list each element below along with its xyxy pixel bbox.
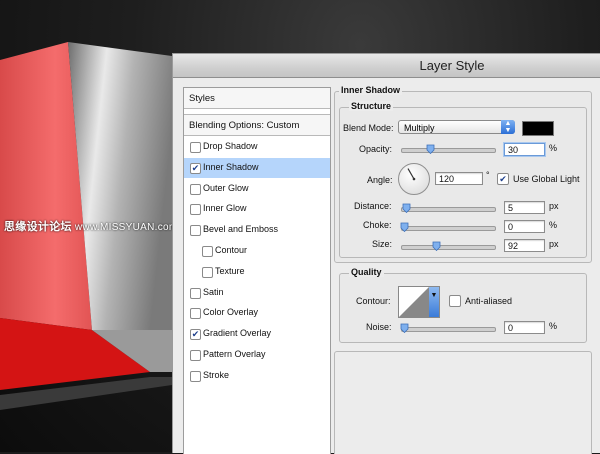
checkbox-checked-icon[interactable]: ✔	[190, 329, 201, 341]
checkbox-icon[interactable]	[202, 266, 213, 278]
checkbox-icon[interactable]	[190, 142, 201, 153]
use-global-light-checkbox[interactable]: ✔	[497, 173, 509, 185]
sidebar-item-label: Inner Shadow	[203, 161, 259, 172]
sidebar-styles-header[interactable]: Styles	[184, 88, 330, 109]
blend-mode-select[interactable]: Multiply ▲ ▼	[398, 120, 515, 134]
contour-curve-icon	[399, 287, 429, 317]
sidebar-blending-options[interactable]: Blending Options: Custom	[184, 114, 330, 136]
sidebar-item-label: Outer Glow	[203, 182, 249, 193]
sidebar-item-inner-glow[interactable]: Inner Glow	[184, 199, 330, 219]
size-slider[interactable]	[401, 240, 496, 252]
shadow-color-swatch[interactable]	[522, 121, 554, 136]
sidebar-item-label: Gradient Overlay	[203, 328, 272, 339]
title-bar[interactable]: Layer Style	[173, 54, 600, 78]
checkbox-icon[interactable]	[190, 370, 201, 382]
opacity-slider-thumb[interactable]	[426, 144, 435, 154]
distance-track	[401, 207, 496, 212]
watermark-chinese: 思缘设计论坛	[4, 221, 72, 233]
checkbox-icon[interactable]	[190, 308, 201, 320]
sidebar-item-gradient-overlay[interactable]: ✔ Gradient Overlay	[184, 324, 330, 344]
sidebar-item-satin[interactable]: Satin	[184, 283, 330, 303]
sidebar-item-label: Inner Glow	[203, 203, 247, 214]
window-title: Layer Style	[419, 58, 485, 73]
checkbox-icon[interactable]	[202, 246, 213, 257]
sidebar-item-label: Color Overlay	[203, 307, 259, 318]
choke-input[interactable]: 0	[504, 220, 545, 233]
size-unit: px	[549, 239, 559, 249]
checkbox-icon[interactable]	[190, 183, 201, 195]
size-track	[401, 245, 496, 250]
sidebar-item-contour[interactable]: Contour	[184, 241, 330, 261]
contour-picker[interactable]: ▼	[398, 286, 440, 318]
contour-label: Contour:	[356, 296, 391, 306]
contour-dropdown-icon[interactable]: ▼	[429, 287, 439, 317]
distance-unit: px	[549, 201, 559, 211]
choke-slider[interactable]	[400, 221, 496, 233]
sidebar-item-label: Contour	[215, 245, 248, 255]
checkbox-checked-icon[interactable]: ✔	[190, 162, 201, 174]
choke-unit: %	[549, 220, 558, 230]
sidebar-item-label: Pattern Overlay	[203, 349, 266, 359]
sidebar-item-label: Bevel and Emboss	[203, 224, 279, 235]
lower-panel	[334, 351, 592, 454]
choke-label: Choke:	[363, 220, 392, 230]
checkbox-icon[interactable]	[190, 287, 201, 299]
angle-input[interactable]: 120	[435, 172, 483, 185]
checkbox-icon[interactable]	[190, 350, 201, 361]
sidebar-item-label: Texture	[215, 265, 245, 276]
checkbox-icon[interactable]	[190, 225, 201, 237]
sidebar-item-inner-shadow[interactable]: ✔ Inner Shadow	[184, 157, 330, 178]
noise-track	[401, 327, 496, 332]
watermark: 思缘设计论坛 www.MISSYUAN.com	[4, 218, 178, 234]
quality-title: Quality	[349, 267, 384, 277]
angle-unit: °	[486, 170, 490, 180]
size-slider-thumb[interactable]	[432, 241, 441, 251]
layer-style-dialog: Layer Style Styles Blending Options: Cus…	[172, 53, 600, 454]
sidebar-item-pattern-overlay[interactable]: Pattern Overlay	[184, 345, 330, 365]
opacity-label: Opacity:	[359, 144, 393, 154]
inner-shadow-title: Inner Shadow	[339, 85, 403, 95]
distance-input[interactable]: 5	[504, 201, 545, 214]
noise-slider-thumb[interactable]	[400, 323, 409, 333]
use-global-light-label: Use Global Light	[513, 174, 580, 184]
sidebar-item-stroke[interactable]: Stroke	[184, 366, 330, 386]
sidebar-item-drop-shadow[interactable]: Drop Shadow	[184, 137, 330, 157]
angle-dial[interactable]	[398, 163, 430, 195]
size-input[interactable]: 92	[504, 239, 545, 252]
sidebar-item-label: Drop Shadow	[203, 141, 258, 151]
opacity-slider[interactable]	[401, 143, 496, 155]
angle-label: Angle:	[367, 175, 393, 185]
blend-mode-value: Multiply	[404, 123, 435, 133]
sidebar-item-color-overlay[interactable]: Color Overlay	[184, 303, 330, 323]
distance-slider[interactable]	[401, 202, 496, 214]
noise-input[interactable]: 0	[504, 321, 545, 334]
sidebar-item-label: Satin	[203, 286, 224, 297]
structure-title: Structure	[349, 101, 394, 111]
choke-track	[401, 226, 496, 231]
anti-aliased-label: Anti-aliased	[465, 296, 513, 306]
sidebar-item-label: Stroke	[203, 369, 230, 380]
styles-sidebar: Styles Blending Options: Custom Drop Sha…	[183, 87, 331, 454]
distance-label: Distance:	[354, 201, 392, 211]
blend-mode-label: Blend Mode:	[343, 123, 394, 133]
opacity-input[interactable]: 30	[504, 143, 545, 156]
sidebar-item-texture[interactable]: Texture	[184, 262, 330, 282]
distance-slider-thumb[interactable]	[402, 203, 411, 213]
noise-unit: %	[549, 321, 558, 331]
select-arrows-icon: ▲ ▼	[501, 120, 515, 134]
noise-slider[interactable]	[400, 322, 496, 334]
opacity-track	[401, 148, 496, 153]
angle-needle-icon	[407, 168, 416, 181]
sidebar-item-bevel-and-emboss[interactable]: Bevel and Emboss	[184, 220, 330, 240]
choke-slider-thumb[interactable]	[400, 222, 409, 232]
size-label: Size:	[372, 239, 393, 249]
watermark-url: www.MISSYUAN.com	[74, 222, 178, 233]
anti-aliased-checkbox[interactable]	[449, 295, 461, 307]
sidebar-item-outer-glow[interactable]: Outer Glow	[184, 179, 330, 199]
checkbox-icon[interactable]	[190, 204, 201, 216]
opacity-unit: %	[549, 143, 558, 153]
noise-label: Noise:	[366, 322, 392, 332]
